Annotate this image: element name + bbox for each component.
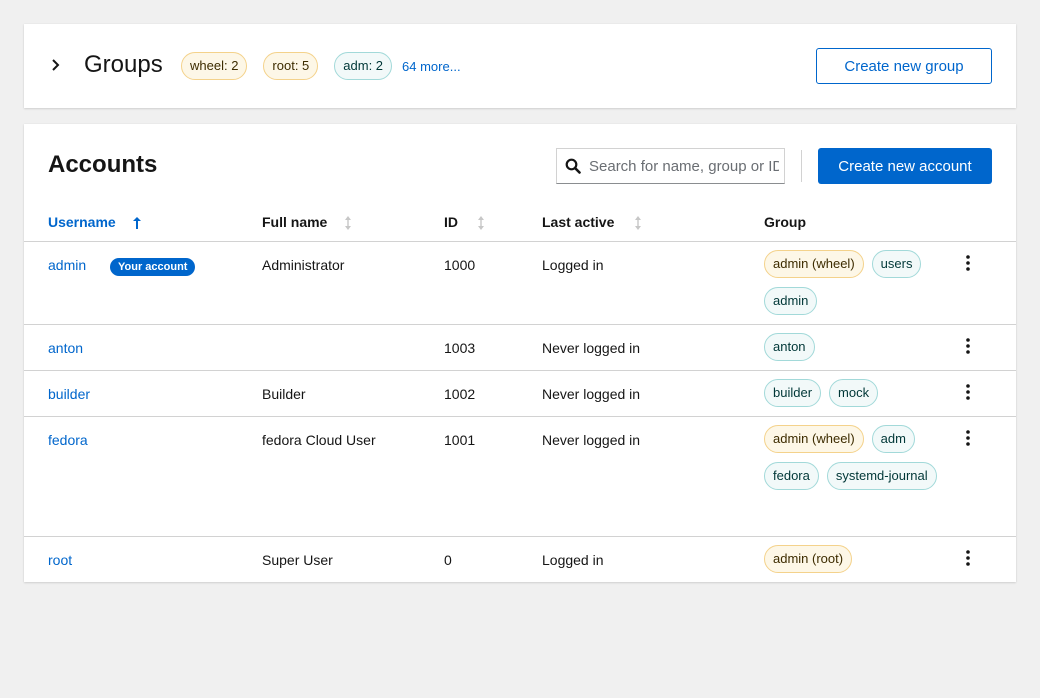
more-groups-link[interactable]: 64 more... bbox=[402, 59, 461, 74]
groups-cell: anton bbox=[764, 333, 944, 361]
username-link[interactable]: builder bbox=[48, 386, 90, 402]
column-header-id[interactable]: ID bbox=[444, 214, 458, 230]
sort-icon[interactable] bbox=[633, 215, 643, 234]
last-active-cell: Logged in bbox=[542, 552, 604, 568]
group-chip: mock bbox=[829, 379, 879, 407]
expand-groups-toggle[interactable] bbox=[46, 56, 66, 76]
username-link[interactable]: anton bbox=[48, 340, 83, 356]
group-chip-wheel: wheel: 2 bbox=[181, 52, 248, 80]
create-new-account-button[interactable]: Create new account bbox=[818, 148, 992, 184]
last-active-cell: Never logged in bbox=[542, 432, 641, 448]
kebab-icon bbox=[966, 254, 970, 274]
last-active-cell: Logged in bbox=[542, 257, 604, 273]
column-label-username: Username bbox=[48, 214, 116, 230]
last-active-cell: Never logged in bbox=[542, 340, 641, 356]
groups-card: Groups wheel: 2 root: 5 adm: 2 64 more..… bbox=[24, 24, 1016, 108]
table-row: anton 1003 Never logged in anton bbox=[24, 325, 1016, 371]
id-cell: 1001 bbox=[444, 432, 476, 448]
username-link[interactable]: fedora bbox=[48, 432, 88, 448]
group-chip: admin (wheel) bbox=[764, 250, 864, 278]
create-new-group-button[interactable]: Create new group bbox=[816, 48, 992, 84]
column-label-full-name: Full name bbox=[262, 214, 328, 230]
groups-cell: admin (wheel) users admin bbox=[764, 250, 944, 315]
group-chip: systemd-journal bbox=[826, 462, 937, 490]
group-chip-root: root: 5 bbox=[263, 52, 319, 80]
group-chip: builder bbox=[764, 379, 822, 407]
column-header-group: Group bbox=[764, 214, 806, 230]
column-header-full-name[interactable]: Full name bbox=[262, 214, 327, 230]
column-label-group: Group bbox=[764, 214, 806, 230]
table-row: root Super User 0 Logged in admin (root) bbox=[24, 537, 1016, 583]
id-cell: 0 bbox=[444, 552, 452, 568]
table-row: admin Your account Administrator 1000 Lo… bbox=[24, 242, 1016, 325]
column-header-username[interactable]: Username bbox=[48, 214, 116, 230]
table-row: fedora fedora Cloud User 1001 Never logg… bbox=[24, 417, 1016, 537]
toolbar-divider bbox=[801, 150, 802, 182]
sort-icon[interactable] bbox=[343, 215, 353, 234]
group-chip: admin (wheel) bbox=[764, 425, 864, 453]
sort-icon[interactable] bbox=[476, 215, 486, 234]
kebab-icon bbox=[966, 429, 970, 449]
groups-cell: admin (root) bbox=[764, 545, 944, 573]
column-label-id: ID bbox=[444, 214, 458, 230]
row-actions-kebab[interactable] bbox=[960, 549, 976, 569]
id-cell: 1002 bbox=[444, 386, 476, 402]
group-chip: admin (root) bbox=[764, 545, 853, 573]
account-search bbox=[556, 148, 785, 184]
kebab-icon bbox=[966, 337, 970, 357]
full-name-cell: Administrator bbox=[262, 257, 345, 273]
username-link[interactable]: root bbox=[48, 552, 72, 568]
kebab-icon bbox=[966, 549, 970, 569]
groups-title: Groups bbox=[84, 51, 163, 78]
group-chip: users bbox=[871, 250, 922, 278]
full-name-cell: Builder bbox=[262, 386, 306, 402]
group-chip: fedora bbox=[764, 462, 819, 490]
group-chip: adm bbox=[871, 425, 915, 453]
sort-ascending-icon[interactable] bbox=[132, 216, 142, 233]
chevron-right-icon bbox=[51, 58, 61, 74]
id-cell: 1003 bbox=[444, 340, 476, 356]
full-name-cell: Super User bbox=[262, 552, 333, 568]
search-input[interactable] bbox=[589, 157, 779, 175]
username-link[interactable]: admin bbox=[48, 257, 86, 273]
your-account-badge: Your account bbox=[110, 258, 196, 276]
search-icon bbox=[557, 158, 589, 174]
row-actions-kebab[interactable] bbox=[960, 254, 976, 274]
row-actions-kebab[interactable] bbox=[960, 337, 976, 357]
column-header-last-active[interactable]: Last active bbox=[542, 214, 614, 230]
kebab-icon bbox=[966, 383, 970, 403]
groups-cell: builder mock bbox=[764, 379, 944, 407]
row-actions-kebab[interactable] bbox=[960, 383, 976, 403]
group-chip: admin bbox=[764, 287, 818, 315]
group-chip-adm: adm: 2 bbox=[334, 52, 393, 80]
group-summary-chips: wheel: 2 root: 5 adm: 2 64 more... bbox=[181, 52, 461, 80]
accounts-card: Accounts Create new account Username Ful… bbox=[24, 124, 1016, 582]
table-row: builder Builder 1002 Never logged in bui… bbox=[24, 371, 1016, 417]
group-chip: anton bbox=[764, 333, 815, 361]
id-cell: 1000 bbox=[444, 257, 476, 273]
accounts-title: Accounts bbox=[48, 151, 158, 178]
groups-cell: admin (wheel) adm fedora systemd-journal bbox=[764, 425, 944, 490]
full-name-cell: fedora Cloud User bbox=[262, 432, 376, 448]
column-label-last-active: Last active bbox=[542, 214, 615, 230]
row-actions-kebab[interactable] bbox=[960, 429, 976, 449]
last-active-cell: Never logged in bbox=[542, 386, 641, 402]
